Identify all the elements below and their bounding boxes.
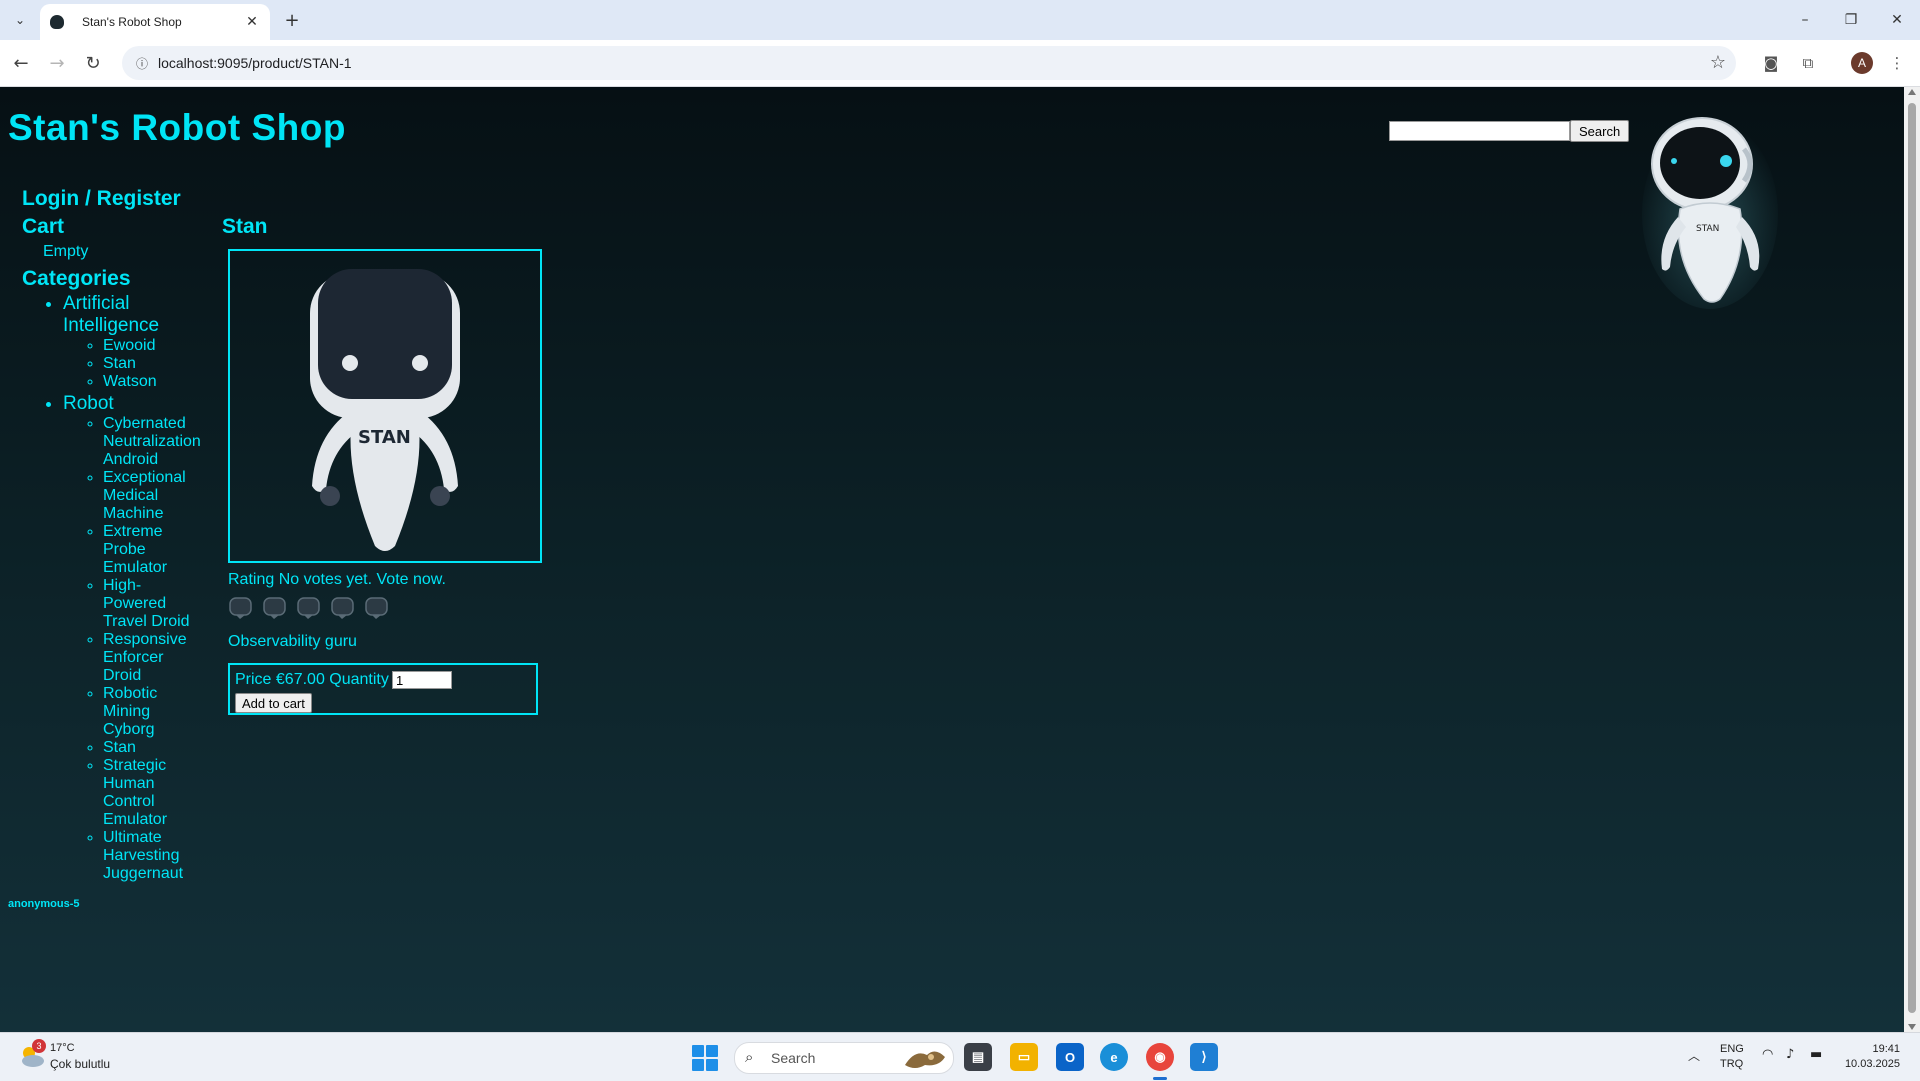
product-link[interactable]: Strategic Human Control Emulator [103,757,202,829]
clock-date[interactable]: 10.03.2025 [1836,1058,1900,1070]
category-list: Artificial Intelligence Ewooid Stan Wats… [22,293,202,883]
product-link[interactable]: Stan [103,355,202,373]
subcategory-list: Ewooid Stan Watson [63,337,202,391]
file-explorer-folder-icon[interactable]: ▭ [1010,1043,1038,1071]
bookmark-star-icon[interactable]: ☆ [1710,52,1726,73]
user-label: anonymous-5 [8,898,80,910]
scroll-up-arrow-icon[interactable] [1908,89,1916,95]
search-button[interactable]: Search [1570,120,1630,142]
taskbar: 3 17°C Çok bulutlu ⌕ Search ▤ ▭ O e ◉ ⟩ … [0,1032,1920,1081]
vote-robot-icon[interactable] [330,595,355,620]
purchase-box: Price €67.00 Quantity Add to cart [228,663,538,715]
profile-avatar[interactable]: A [1851,52,1873,74]
vscode-icon[interactable]: ⟩ [1190,1043,1218,1071]
tab-search-chevron-icon[interactable]: ⌄ [8,8,32,32]
language-indicator-top[interactable]: ENG [1720,1043,1744,1055]
robot-mascot-image: STAN [1642,117,1778,309]
robot-label: STAN [358,427,411,448]
product-link[interactable]: Exceptional Medical Machine [103,469,202,523]
browser-tab-strip: ⌄ Stan's Robot Shop ✕ + – ❐ ✕ [0,0,1920,40]
product-link[interactable]: Responsive Enforcer Droid [103,631,202,685]
add-to-cart-button[interactable]: Add to cart [235,693,312,713]
subcategory-list: Cybernated Neutralization Android Except… [63,415,202,883]
weather-desc[interactable]: Çok bulutlu [50,1057,110,1071]
battery-icon[interactable]: ▬ [1810,1047,1822,1062]
search-icon: ⌕ [745,1048,754,1066]
page-content: Stan's Robot Shop Search STAN Login / Re… [0,87,1904,1032]
favicon-icon [50,15,64,29]
reload-icon[interactable]: ↻ [78,48,108,78]
wifi-icon[interactable]: ◠ [1762,1047,1773,1062]
weather-badge: 3 [32,1039,46,1053]
volume-icon[interactable]: ♪ [1786,1047,1794,1062]
category-label[interactable]: Artificial Intelligence [63,293,159,336]
weather-temp[interactable]: 17°C [50,1042,75,1054]
product-link[interactable]: Ewooid [103,337,202,355]
taskbar-search-text: Search [771,1050,816,1066]
product-link[interactable]: Robotic Mining Cyborg [103,685,202,739]
vote-robot-icon[interactable] [228,595,253,620]
new-tab-plus-icon[interactable]: + [280,8,304,32]
taskbar-search[interactable]: ⌕ Search [734,1042,954,1074]
product-link[interactable]: High-Powered Travel Droid [103,577,202,631]
windows-start-icon[interactable] [692,1045,718,1071]
cart-status: Empty [43,243,89,260]
product-description: Observability guru [228,633,357,650]
quantity-input[interactable] [392,671,452,689]
scroll-down-arrow-icon[interactable] [1908,1024,1916,1030]
product-link[interactable]: Cybernated Neutralization Android [103,415,202,469]
outlook-icon[interactable]: O [1056,1043,1084,1071]
site-info-icon[interactable]: ⓘ [132,53,152,73]
window-close-icon[interactable]: ✕ [1874,6,1920,34]
address-bar[interactable]: ⓘ localhost:9095/product/STAN-1 ☆ [122,46,1736,80]
product-link[interactable]: Stan [103,739,202,757]
vote-icons [228,595,389,620]
product-link[interactable]: Extreme Probe Emulator [103,523,202,577]
price-quantity-label: Price €67.00 Quantity [235,671,389,688]
product-robot-image: STAN [310,269,460,551]
browser-toolbar: ← → ↻ ⓘ localhost:9095/product/STAN-1 ☆ … [0,40,1920,87]
minimize-icon[interactable]: – [1782,6,1828,34]
search-highlight-icon [905,1051,945,1068]
product-link[interactable]: Ultimate Harvesting Juggernaut [103,829,202,883]
search-input[interactable] [1389,121,1570,141]
file-manager-app-icon[interactable]: ▤ [964,1043,992,1071]
category-label[interactable]: Robot [63,393,114,414]
language-indicator-bottom[interactable]: TRQ [1720,1058,1743,1070]
vote-robot-icon[interactable] [364,595,389,620]
restore-icon[interactable]: ❐ [1828,6,1874,34]
url-text[interactable]: localhost:9095/product/STAN-1 [158,55,352,71]
tab-title: Stan's Robot Shop [82,15,182,29]
page-scrollbar[interactable] [1904,87,1920,1032]
product-link[interactable]: Watson [103,373,202,391]
category-artificial-intelligence: Artificial Intelligence Ewooid Stan Wats… [63,293,202,391]
chrome-browser-icon[interactable]: ◉ [1146,1043,1174,1071]
category-robot: Robot Cybernated Neutralization Android … [63,393,202,883]
categories-heading: Categories [22,267,131,290]
extensions-puzzle-icon[interactable]: ⧉ [1797,52,1819,74]
camera-icon[interactable]: ◙ [1760,52,1782,74]
browser-menu-kebab-icon[interactable]: ⋮ [1886,52,1908,74]
browser-tab-active[interactable]: Stan's Robot Shop ✕ [40,4,270,40]
shop-title[interactable]: Stan's Robot Shop [8,107,346,149]
cart-heading[interactable]: Cart [22,213,202,241]
product-title: Stan [222,215,268,238]
forward-arrow-icon[interactable]: → [42,48,72,78]
vote-robot-icon[interactable] [296,595,321,620]
sidebar: Login / Register Cart Empty Categories A… [22,185,202,883]
mascot-label: STAN [1696,224,1719,234]
edge-browser-icon[interactable]: e [1100,1043,1128,1071]
clock-time[interactable]: 19:41 [1850,1043,1900,1055]
vote-robot-icon[interactable] [262,595,287,620]
tab-close-icon[interactable]: ✕ [242,12,262,32]
scroll-thumb[interactable] [1908,103,1916,1013]
tray-overflow-chevron-icon[interactable]: ︿ [1688,1047,1700,1064]
rating-text[interactable]: Rating No votes yet. Vote now. [228,571,446,589]
back-arrow-icon[interactable]: ← [6,48,36,78]
product-image-frame: STAN [228,249,542,563]
login-register-link[interactable]: Login / Register [22,185,202,213]
